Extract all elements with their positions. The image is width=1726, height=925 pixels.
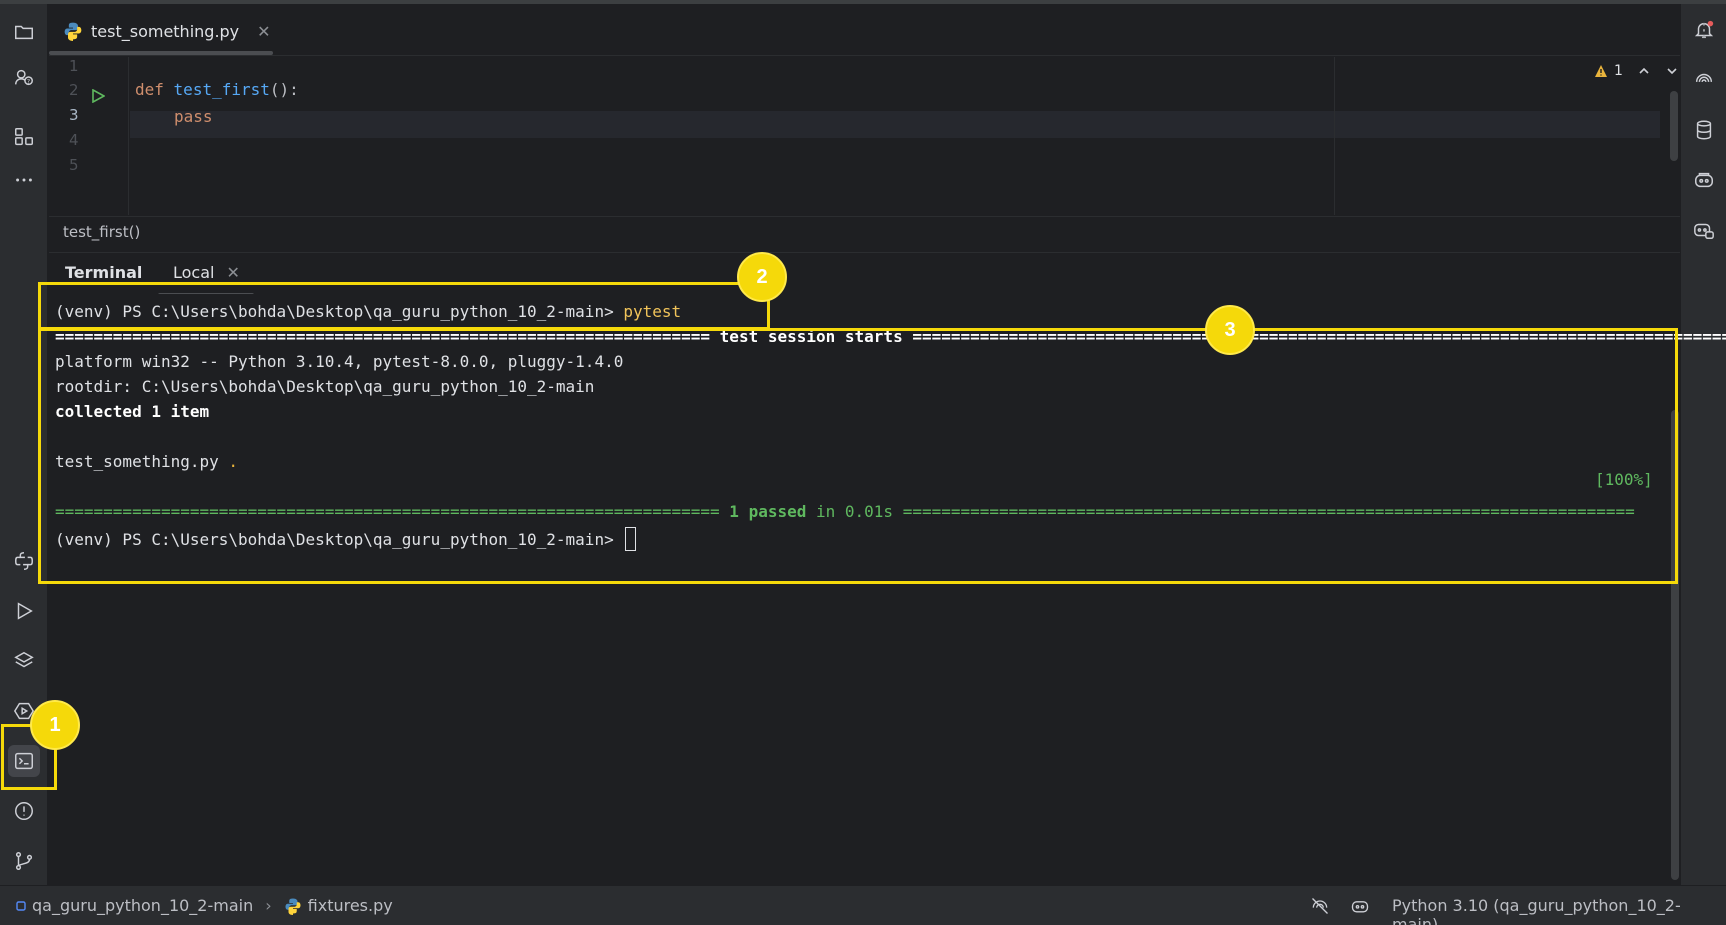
- problems-icon[interactable]: [8, 795, 40, 827]
- terminal-tab-label: Local: [173, 263, 215, 282]
- terminal-tab-close-icon[interactable]: ✕: [226, 263, 239, 282]
- chevron-down-icon[interactable]: [1665, 64, 1679, 78]
- line-number: 1: [69, 57, 79, 75]
- more-icon[interactable]: [8, 164, 40, 196]
- layers-icon[interactable]: [8, 645, 40, 677]
- chevron-up-icon[interactable]: [1637, 64, 1651, 78]
- line-number: 4: [69, 131, 79, 149]
- status-breadcrumb[interactable]: qa_guru_python_10_2-main › fixtures.py: [16, 896, 393, 915]
- highlight-box-output: [38, 328, 1678, 584]
- status-project[interactable]: qa_guru_python_10_2-main: [32, 896, 253, 915]
- inspection-widget[interactable]: 1: [1594, 63, 1679, 79]
- terminal-tab-local[interactable]: Local ✕: [173, 263, 240, 282]
- annotation-badge: 3: [1205, 305, 1255, 355]
- tab-scrollbar[interactable]: [49, 51, 273, 55]
- annotation-badge: 1: [30, 700, 80, 750]
- line-number: 5: [69, 156, 79, 174]
- status-file[interactable]: fixtures.py: [308, 896, 393, 915]
- editor-tab-label: test_something.py: [91, 21, 240, 41]
- git-icon[interactable]: [8, 845, 40, 877]
- editor-tab-bar: test_something.py ✕ ⋮: [49, 4, 1713, 56]
- right-margin-guide: [1334, 57, 1335, 215]
- line-gutter: 1 2 3 4 5: [49, 57, 129, 215]
- status-separator: ›: [265, 896, 272, 915]
- database-icon[interactable]: [1688, 114, 1720, 146]
- code-line-def: def test_first():: [135, 80, 299, 99]
- editor-breadcrumb[interactable]: test_first(): [49, 216, 1680, 246]
- status-interpreter[interactable]: Python 3.10 (qa_guru_python_10_2-main): [1392, 896, 1726, 925]
- copilot-chat-icon[interactable]: [1688, 214, 1720, 246]
- ai-assistant-icon[interactable]: [1688, 64, 1720, 96]
- status-interpreter-label[interactable]: Python 3.10 (qa_guru_python_10_2-main): [1392, 896, 1726, 925]
- def-keyword: def: [135, 80, 164, 99]
- status-copilot-icon[interactable]: [1350, 896, 1370, 916]
- commit-icon[interactable]: ?: [8, 61, 40, 93]
- run-icon[interactable]: [8, 595, 40, 627]
- code-line-pass: pass: [174, 107, 213, 126]
- tab-more-icon[interactable]: ⋮: [1695, 22, 1713, 40]
- code-editor[interactable]: 1 2 3 4 5 def test_first(): pass 1: [49, 57, 1680, 215]
- project-icon: [16, 900, 26, 911]
- structure-icon[interactable]: [8, 121, 40, 153]
- python-console-icon[interactable]: [8, 545, 40, 577]
- right-tool-stripe: [1680, 4, 1726, 885]
- python-file-icon: [285, 898, 301, 915]
- warning-count: 1: [1614, 63, 1623, 79]
- python-file-icon: [64, 22, 82, 41]
- editor-tab-close-icon[interactable]: ✕: [257, 22, 270, 41]
- terminal-title: Terminal: [65, 263, 143, 282]
- status-bar: qa_guru_python_10_2-main › fixtures.py P…: [0, 885, 1726, 925]
- editor-scrollbar[interactable]: [1670, 91, 1678, 161]
- run-test-gutter-icon[interactable]: [91, 89, 105, 103]
- status-no-ai-icon[interactable]: [1310, 896, 1330, 916]
- highlight-box-command: [38, 282, 770, 330]
- current-line-highlight: [130, 111, 1660, 138]
- signature-tail: ():: [269, 80, 299, 99]
- folder-icon[interactable]: [8, 16, 40, 48]
- function-name: test_first: [173, 80, 270, 99]
- editor-tab[interactable]: test_something.py ✕: [63, 16, 271, 46]
- line-number: 3: [69, 106, 79, 124]
- svg-text:?: ?: [27, 77, 30, 85]
- annotation-badge: 2: [737, 252, 787, 302]
- breadcrumb-function[interactable]: test_first(): [63, 223, 140, 241]
- copilot-icon[interactable]: [1688, 164, 1720, 196]
- warning-icon: [1595, 65, 1607, 77]
- pass-keyword: pass: [174, 107, 213, 126]
